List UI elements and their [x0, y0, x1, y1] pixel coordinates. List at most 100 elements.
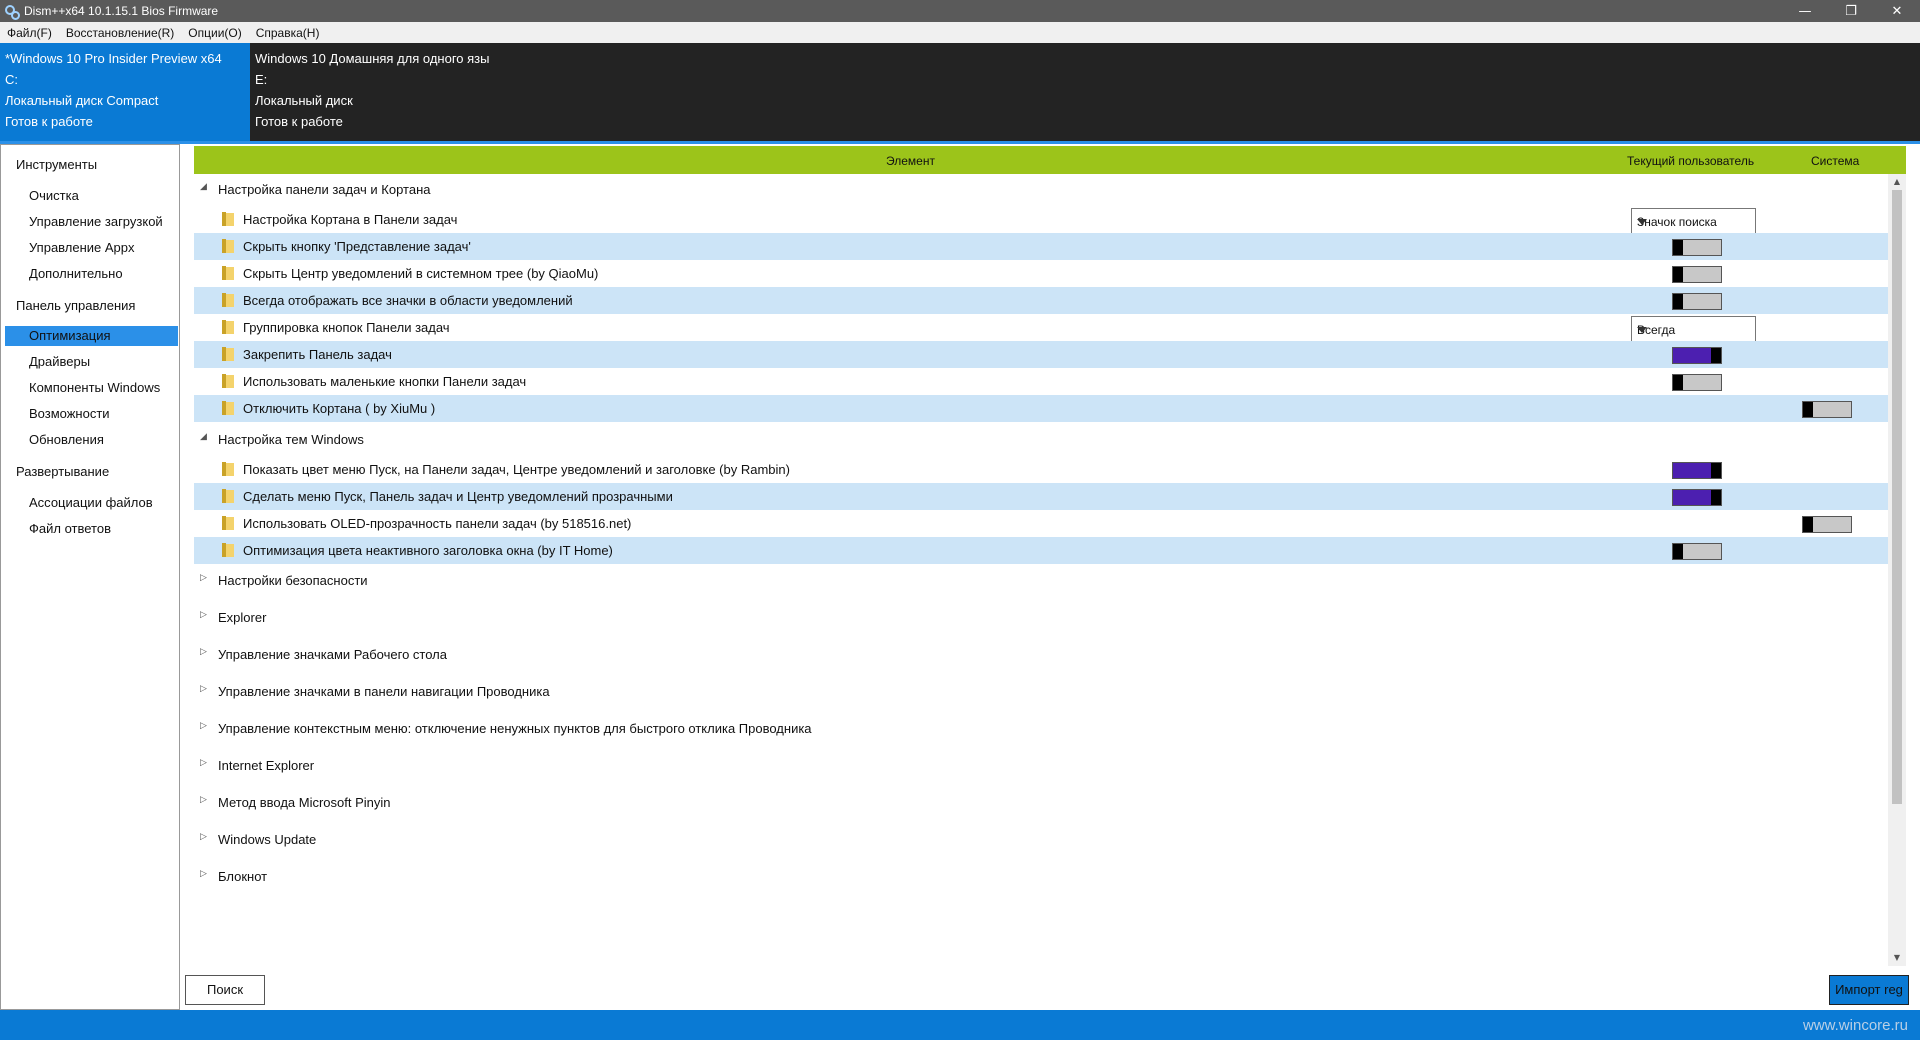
folder-icon	[222, 293, 235, 307]
folder-icon	[222, 516, 235, 530]
user-toggle[interactable]	[1672, 239, 1722, 256]
group-collapsed[interactable]: ▷ Настройки безопасности	[194, 565, 1888, 595]
header-system[interactable]: Система	[1811, 154, 1859, 168]
user-toggle[interactable]	[1672, 347, 1722, 364]
accent-divider	[0, 141, 1920, 144]
collapsed-arrow-icon[interactable]: ▷	[200, 795, 207, 805]
collapsed-arrow-icon[interactable]: ▷	[200, 869, 207, 879]
table-row[interactable]: Скрыть Центр уведомлений в системном тре…	[194, 260, 1888, 287]
table-row[interactable]: Закрепить Панель задач	[194, 341, 1888, 368]
system-toggle[interactable]	[1802, 401, 1852, 418]
group-collapsed[interactable]: ▷ Explorer	[194, 602, 1888, 632]
sidebar-item-appx[interactable]: Управление Appx	[29, 240, 135, 255]
vertical-scrollbar[interactable]: ▲ ▼	[1888, 174, 1906, 966]
sidebar-section-tools[interactable]: Инструменты	[16, 157, 97, 172]
search-button[interactable]: Поиск	[185, 975, 265, 1005]
table-row[interactable]: Использовать OLED-прозрачность панели за…	[194, 510, 1888, 537]
table-row[interactable]: Отключить Кортана ( by XiuMu )	[194, 395, 1888, 422]
collapsed-arrow-icon[interactable]: ▷	[200, 647, 207, 657]
user-toggle[interactable]	[1672, 293, 1722, 310]
menu-help[interactable]: Справка(H)	[256, 26, 320, 40]
user-toggle[interactable]	[1672, 489, 1722, 506]
group-label: Windows Update	[218, 832, 317, 847]
group-label: Управление контекстным меню: отключение …	[218, 721, 812, 736]
folder-icon	[222, 212, 235, 226]
group-collapsed[interactable]: ▷ Управление значками в панели навигации…	[194, 676, 1888, 706]
table-row[interactable]: Оптимизация цвета неактивного заголовка …	[194, 537, 1888, 564]
close-icon[interactable]: ✕	[1874, 0, 1920, 22]
collapsed-arrow-icon[interactable]: ▷	[200, 684, 207, 694]
row-label: Закрепить Панель задач	[243, 347, 392, 362]
image-card-second[interactable]: Windows 10 Домашняя для одного язы E: Ло…	[250, 43, 1920, 141]
user-toggle[interactable]	[1672, 543, 1722, 560]
sidebar-item-drivers[interactable]: Драйверы	[29, 354, 90, 369]
sidebar-item-file-associations[interactable]: Ассоциации файлов	[29, 495, 153, 510]
row-label: Скрыть Центр уведомлений в системном тре…	[243, 266, 599, 281]
collapsed-arrow-icon[interactable]: ▷	[200, 721, 207, 731]
scroll-up-icon[interactable]: ▲	[1888, 174, 1906, 190]
toggle-knob	[1711, 463, 1721, 478]
collapsed-arrow-icon[interactable]: ▷	[200, 610, 207, 620]
toggle-knob	[1673, 267, 1683, 282]
group-label: Блокнот	[218, 869, 268, 884]
image-disk: Локальный диск Compact	[5, 93, 159, 108]
sidebar-item-updates[interactable]: Обновления	[29, 432, 104, 447]
sidebar-item-boot[interactable]: Управление загрузкой	[29, 214, 163, 229]
folder-icon	[222, 489, 235, 503]
table-row[interactable]: Группировка кнопок Панели задач Всегда	[194, 314, 1888, 343]
user-toggle[interactable]	[1672, 462, 1722, 479]
collapsed-arrow-icon[interactable]: ▷	[200, 832, 207, 842]
window-title: Dism++x64 10.1.15.1 Bios Firmware	[24, 4, 219, 18]
expanded-arrow-icon[interactable]: ◢	[200, 432, 207, 442]
table-row[interactable]: Использовать маленькие кнопки Панели зад…	[194, 368, 1888, 395]
sidebar-item-advanced[interactable]: Дополнительно	[29, 266, 123, 281]
group-collapsed[interactable]: ▷ Internet Explorer	[194, 750, 1888, 780]
sidebar-item-optimization[interactable]: Оптимизация	[5, 326, 178, 346]
image-selector: *Windows 10 Pro Insider Preview x64 C: Л…	[0, 43, 1920, 141]
group-collapsed[interactable]: ▷ Управление контекстным меню: отключени…	[194, 713, 1888, 743]
system-toggle[interactable]	[1802, 516, 1852, 533]
group-label: Управление значками Рабочего стола	[218, 647, 447, 662]
sidebar-section-control-panel[interactable]: Панель управления	[16, 298, 135, 313]
user-toggle[interactable]	[1672, 374, 1722, 391]
menu-file[interactable]: Файл(F)	[7, 26, 52, 40]
table-row[interactable]: Настройка Кортана в Панели задач Значок …	[194, 206, 1888, 235]
table-row[interactable]: Сделать меню Пуск, Панель задач и Центр …	[194, 483, 1888, 510]
user-toggle[interactable]	[1672, 266, 1722, 283]
taskbar-grouping-select[interactable]: Всегда	[1631, 316, 1756, 343]
select-value: Значок поиска	[1637, 215, 1717, 229]
menu-options[interactable]: Опции(O)	[188, 26, 241, 40]
header-current-user[interactable]: Текущий пользователь	[1627, 154, 1754, 168]
row-label: Настройка Кортана в Панели задач	[243, 212, 458, 227]
restore-icon[interactable]: ❐	[1828, 0, 1874, 22]
table-row[interactable]: Всегда отображать все значки в области у…	[194, 287, 1888, 314]
table-row[interactable]: Показать цвет меню Пуск, на Панели задач…	[194, 456, 1888, 483]
collapsed-arrow-icon[interactable]: ▷	[200, 573, 207, 583]
table-header: Элемент Текущий пользователь Система	[194, 146, 1906, 174]
group-windows-themes[interactable]: ◢ Настройка тем Windows	[194, 424, 1888, 454]
import-reg-button[interactable]: Импорт reg	[1829, 975, 1909, 1005]
group-collapsed[interactable]: ▷ Windows Update	[194, 824, 1888, 854]
group-collapsed[interactable]: ▷ Блокнот	[194, 861, 1888, 891]
sidebar-section-deployment[interactable]: Развертывание	[16, 464, 109, 479]
sidebar-item-components[interactable]: Компоненты Windows	[29, 380, 160, 395]
group-collapsed[interactable]: ▷ Управление значками Рабочего стола	[194, 639, 1888, 669]
cortana-mode-select[interactable]: Значок поиска	[1631, 208, 1756, 235]
chevron-down-icon	[1637, 219, 1647, 225]
header-element[interactable]: Элемент	[886, 154, 935, 168]
group-label: Метод ввода Microsoft Pinyin	[218, 795, 391, 810]
sidebar-item-cleanup[interactable]: Очистка	[29, 188, 79, 203]
image-card-current[interactable]: *Windows 10 Pro Insider Preview x64 C: Л…	[0, 43, 250, 141]
minimize-icon[interactable]: —	[1782, 0, 1828, 22]
sidebar-item-answer-file[interactable]: Файл ответов	[29, 521, 111, 536]
sidebar-item-features[interactable]: Возможности	[29, 406, 110, 421]
scroll-down-icon[interactable]: ▼	[1888, 950, 1906, 966]
image-name: Windows 10 Домашняя для одного язы	[255, 51, 490, 66]
group-taskbar-cortana[interactable]: ◢ Настройка панели задач и Кортана	[194, 174, 1888, 204]
collapsed-arrow-icon[interactable]: ▷	[200, 758, 207, 768]
scrollbar-thumb[interactable]	[1892, 190, 1902, 804]
menu-recovery[interactable]: Восстановление(R)	[66, 26, 174, 40]
group-collapsed[interactable]: ▷ Метод ввода Microsoft Pinyin	[194, 787, 1888, 817]
expanded-arrow-icon[interactable]: ◢	[200, 182, 207, 192]
table-row[interactable]: Скрыть кнопку 'Представление задач'	[194, 233, 1888, 260]
